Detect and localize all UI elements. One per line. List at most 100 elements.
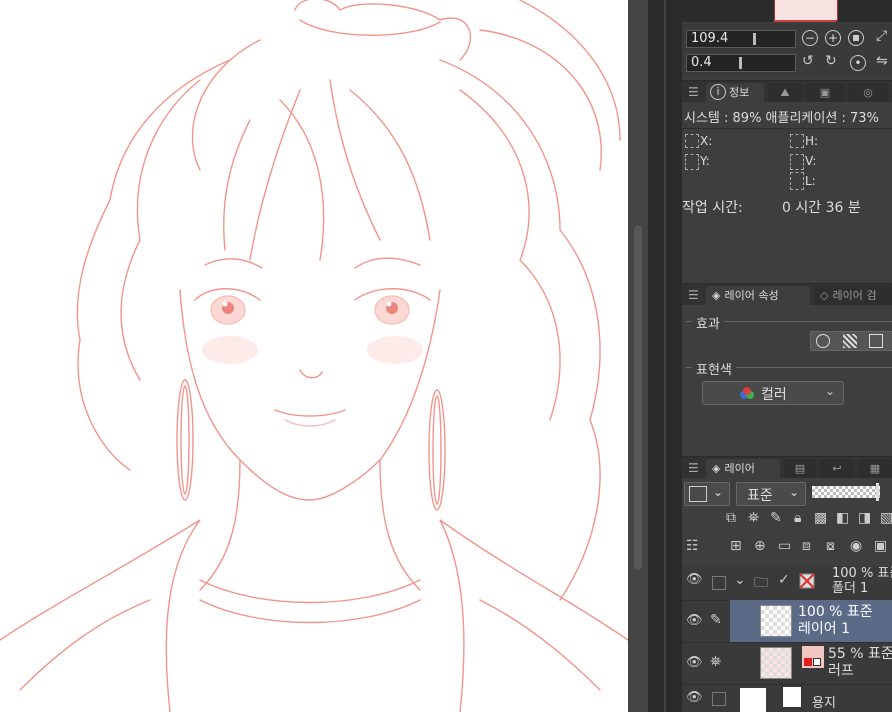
extract-line-icon[interactable] [869, 334, 883, 348]
new-raster-layer-icon[interactable]: ⊞ [730, 538, 742, 554]
layer-opacity-blend: 100 % 표준 [832, 566, 892, 581]
layer-row-layer1[interactable]: 👁︎ ✎ 100 % 표준 레이어 1 [682, 600, 892, 643]
sketch-artwork [0, 0, 628, 712]
select-checkbox[interactable] [712, 692, 726, 706]
x-position-icon [685, 134, 699, 148]
tab-layer-search[interactable]: ◇ 레이어 검 [814, 286, 892, 306]
tab-layer-property[interactable]: ◈ 레이어 속성 [706, 286, 810, 306]
expression-color-label: 표현색 [692, 359, 736, 378]
x-label: X: [700, 134, 713, 148]
tab-histogram[interactable]: ⛰ [768, 83, 802, 103]
navigator-thumbnail[interactable] [774, 0, 838, 21]
tab-history[interactable]: ↩ [820, 459, 854, 479]
zoom-out-icon[interactable]: − [802, 30, 818, 46]
apply-mask-icon[interactable]: ▣ [874, 538, 887, 554]
layer-thumbnail [760, 605, 792, 637]
reference-layer-icon[interactable]: ⛯ [748, 510, 759, 526]
undo-icon: ↩ [832, 462, 842, 475]
tone-effect-icon[interactable] [843, 334, 857, 348]
info-panel-body: 시스템 : 89% 애플리케이션 : 73% X: Y: H: V: L: 작업… [682, 102, 892, 278]
layer-thumbnail [740, 688, 766, 712]
fit-view-icon[interactable] [848, 30, 864, 46]
canvas-scrollbar-thumb[interactable] [634, 225, 642, 570]
layers-icon: ◈ [712, 462, 721, 475]
effect-label: 효과 [692, 313, 724, 332]
menu-icon[interactable]: ☰ [688, 85, 699, 99]
work-time-value: 0 시간 36 분 [782, 200, 861, 216]
select-checkbox[interactable] [712, 576, 726, 590]
paper-icon [782, 686, 802, 708]
add-mask-icon[interactable]: ◉ [850, 538, 862, 554]
expand-icon[interactable]: ⤢ [876, 28, 887, 44]
color-mode-icon [740, 387, 754, 399]
layer-thumbnail [760, 647, 792, 679]
mountain-icon: ⛰ [780, 86, 790, 99]
tab-layer[interactable]: ◈ 레이어 [706, 459, 780, 479]
tab-sub-view[interactable]: ▣ [806, 83, 844, 103]
mask-lock-icon[interactable]: ▧ [880, 510, 892, 526]
layer-toolbar: ⌄ 표준 ⌄ ⧉ ⛯ ✎ 🔒︎ ▩ ◧ ◨ ▧ ☷ ⊞ ⊕ ▭ ⧈ ⧇ ◉ ▣ [682, 478, 892, 566]
layer-search-icon: ◇ [820, 289, 829, 302]
work-time-label: 작업 시간: [682, 200, 743, 216]
eye-icon[interactable]: 👁︎ [686, 613, 703, 628]
folder-icon: 🗀 [754, 575, 768, 591]
blend-mode-select[interactable]: 표준 ⌄ [736, 482, 806, 506]
navigator-preview[interactable] [682, 0, 892, 22]
chevron-down-icon[interactable]: ⌄ [734, 572, 746, 588]
drawing-canvas[interactable] [0, 0, 628, 712]
length-icon [790, 172, 804, 190]
layer-opacity-blend: 55 % 표준 [828, 646, 892, 662]
h-label: H: [805, 134, 819, 148]
image-icon: ▤ [794, 462, 806, 475]
layer-row-rough[interactable]: 👁︎ ⛯ 55 % 표준 러프 [682, 642, 892, 685]
expression-color-select[interactable]: 컬러 ⌄ [702, 381, 844, 405]
side-stripe [648, 0, 682, 712]
chevron-down-icon: ⌄ [825, 384, 836, 398]
lock-transparency-icon[interactable]: ▩ [814, 510, 827, 526]
rotate-right-icon[interactable]: ↻ [825, 53, 837, 69]
chevron-down-icon: ⌄ [789, 485, 800, 499]
border-effect-icon[interactable] [816, 334, 830, 348]
v-size-icon [790, 154, 804, 170]
lock-icon[interactable]: 🔒︎ [794, 510, 801, 526]
clip-layer-icon[interactable]: ⧉ [726, 510, 736, 526]
eye-icon[interactable]: 👁︎ [686, 572, 703, 587]
new-folder-icon[interactable]: ▭ [778, 538, 791, 554]
tab-reference[interactable]: ▤ [784, 459, 816, 479]
menu-icon[interactable]: ☰ [688, 288, 699, 302]
layer-panel-header: ☰ ◈ 레이어 ▤ ↩ ▦ [682, 456, 892, 479]
eye-icon[interactable]: 👁︎ [686, 655, 703, 670]
layer-menu-icon[interactable]: ☷ [686, 538, 699, 554]
reset-rotation-icon[interactable]: • [850, 55, 866, 71]
right-panel: 109.4 − + ⤢ 0.4 ↺ ↻ • ⇋ ☰ i 정보 ⛰ ▣ ◎ 시스템 … [682, 0, 892, 712]
transfer-down-icon[interactable]: ⧈ [802, 538, 811, 554]
flip-horizontal-icon[interactable]: ⇋ [876, 53, 888, 69]
info-icon: i [710, 84, 726, 100]
v-label: V: [805, 154, 817, 168]
opacity-slider[interactable] [812, 483, 880, 501]
layer-name: 용지 [812, 696, 836, 711]
tab-search[interactable]: ◎ [848, 83, 888, 103]
mask-enable-icon[interactable]: ◧ [836, 510, 849, 526]
merge-down-icon[interactable]: ⧇ [826, 538, 835, 554]
new-vector-layer-icon[interactable]: ⊕ [754, 538, 766, 554]
menu-icon[interactable]: ☰ [688, 461, 699, 475]
layer-opacity-blend: 100 % 표준 [798, 604, 873, 620]
pencil-icon: ✎ [710, 612, 722, 628]
draft-layer-icon[interactable]: ✎ [770, 510, 782, 526]
layer-color-select[interactable]: ⌄ [684, 482, 730, 506]
tab-animation[interactable]: ▦ [858, 459, 892, 479]
layer-row-paper[interactable]: 👁︎ 용지 [682, 684, 892, 712]
eye-icon[interactable]: 👁︎ [686, 690, 703, 705]
tab-info[interactable]: i 정보 [706, 83, 764, 103]
effect-buttons [810, 331, 892, 351]
layer-row-folder[interactable]: 👁︎ ⌄ 🗀 ✓ 100 % 표준 폴더 1 [682, 566, 892, 601]
mask-show-icon[interactable]: ◨ [858, 510, 871, 526]
film-icon: ▦ [869, 462, 881, 475]
zoom-in-icon[interactable]: + [825, 30, 841, 46]
zoom-field[interactable]: 109.4 [686, 30, 796, 48]
h-size-icon [790, 134, 804, 148]
rotate-left-icon[interactable]: ↺ [802, 53, 814, 69]
rotate-field[interactable]: 0.4 [686, 54, 796, 72]
layer-name: 레이어 1 [798, 621, 850, 637]
